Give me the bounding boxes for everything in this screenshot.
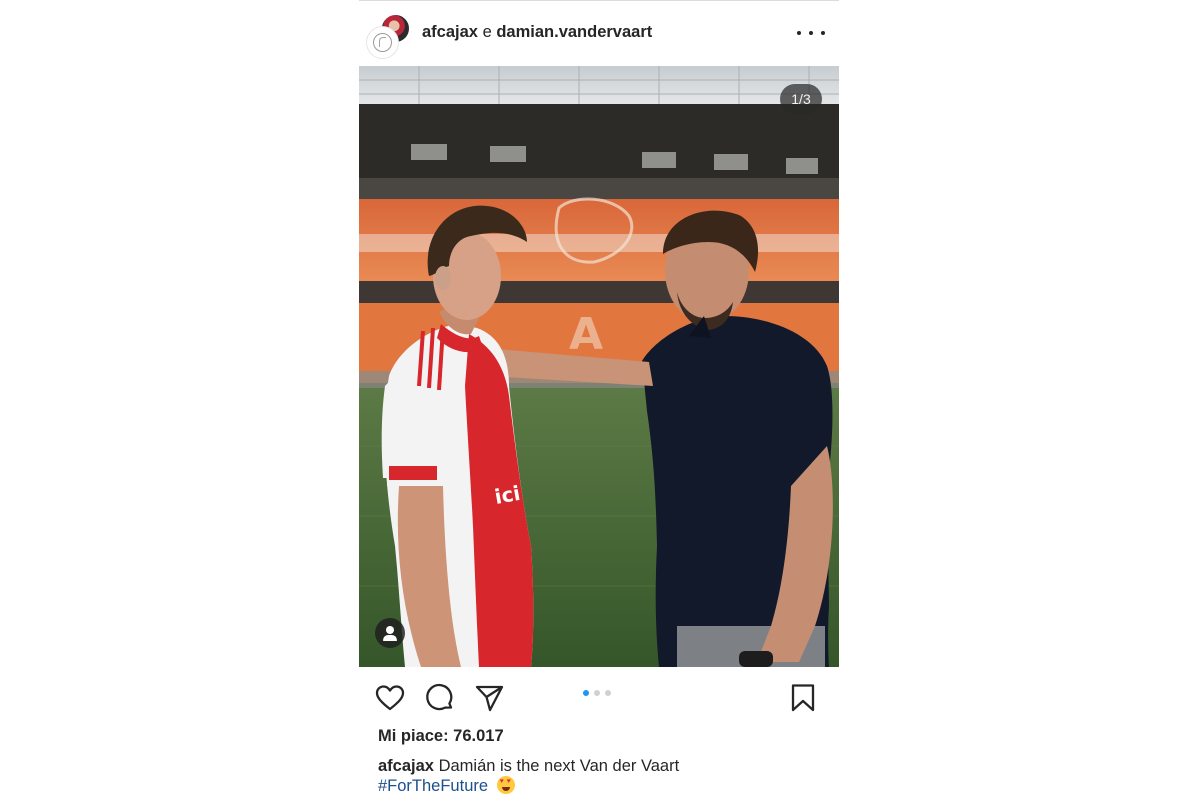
svg-text:ici: ici — [493, 481, 522, 509]
post-caption: afcajax Damián is the next Van der Vaart… — [378, 756, 828, 796]
middle-tier — [359, 281, 839, 305]
stadium-photo: A ici — [359, 66, 839, 667]
carousel-counter: 1/3 — [780, 84, 822, 114]
upper-concourse — [359, 178, 839, 200]
share-icon[interactable] — [473, 682, 505, 714]
post-photo[interactable]: A ici 1/3 — [359, 66, 839, 667]
post-authors: afcajax e damian.vandervaart — [422, 23, 652, 42]
post-header: afcajax e damian.vandervaart — [359, 1, 839, 65]
heart-icon[interactable] — [374, 682, 406, 714]
caption-text: Damián is the next Van der Vaart — [438, 757, 680, 775]
avatar-afcajax[interactable] — [367, 27, 398, 58]
likes-count[interactable]: Mi piace: 76.017 — [378, 727, 504, 746]
carousel-dot-active[interactable] — [583, 690, 589, 696]
carousel-dot[interactable] — [594, 690, 600, 696]
author-conjunction: e — [482, 23, 492, 41]
svg-text:A: A — [569, 309, 603, 360]
action-bar — [359, 667, 839, 727]
caption-hashtag[interactable]: #ForTheFuture — [378, 777, 488, 795]
roof-glass — [359, 66, 839, 106]
collab-avatars[interactable] — [367, 13, 411, 58]
tagged-people-icon[interactable] — [375, 618, 405, 648]
author-damian[interactable]: damian.vandervaart — [496, 23, 652, 41]
author-afcajax[interactable]: afcajax — [422, 23, 478, 41]
carousel-dots — [583, 690, 611, 696]
carousel-dot[interactable] — [605, 690, 611, 696]
instagram-post: afcajax e damian.vandervaart A ici 1/3 M… — [359, 0, 839, 800]
caption-username[interactable]: afcajax — [378, 757, 434, 775]
heart-eyes-emoji-icon — [496, 776, 515, 794]
bookmark-icon[interactable] — [787, 682, 819, 714]
comment-icon[interactable] — [424, 682, 456, 714]
ajax-logo-icon — [373, 33, 392, 52]
more-options-icon[interactable] — [797, 23, 825, 43]
